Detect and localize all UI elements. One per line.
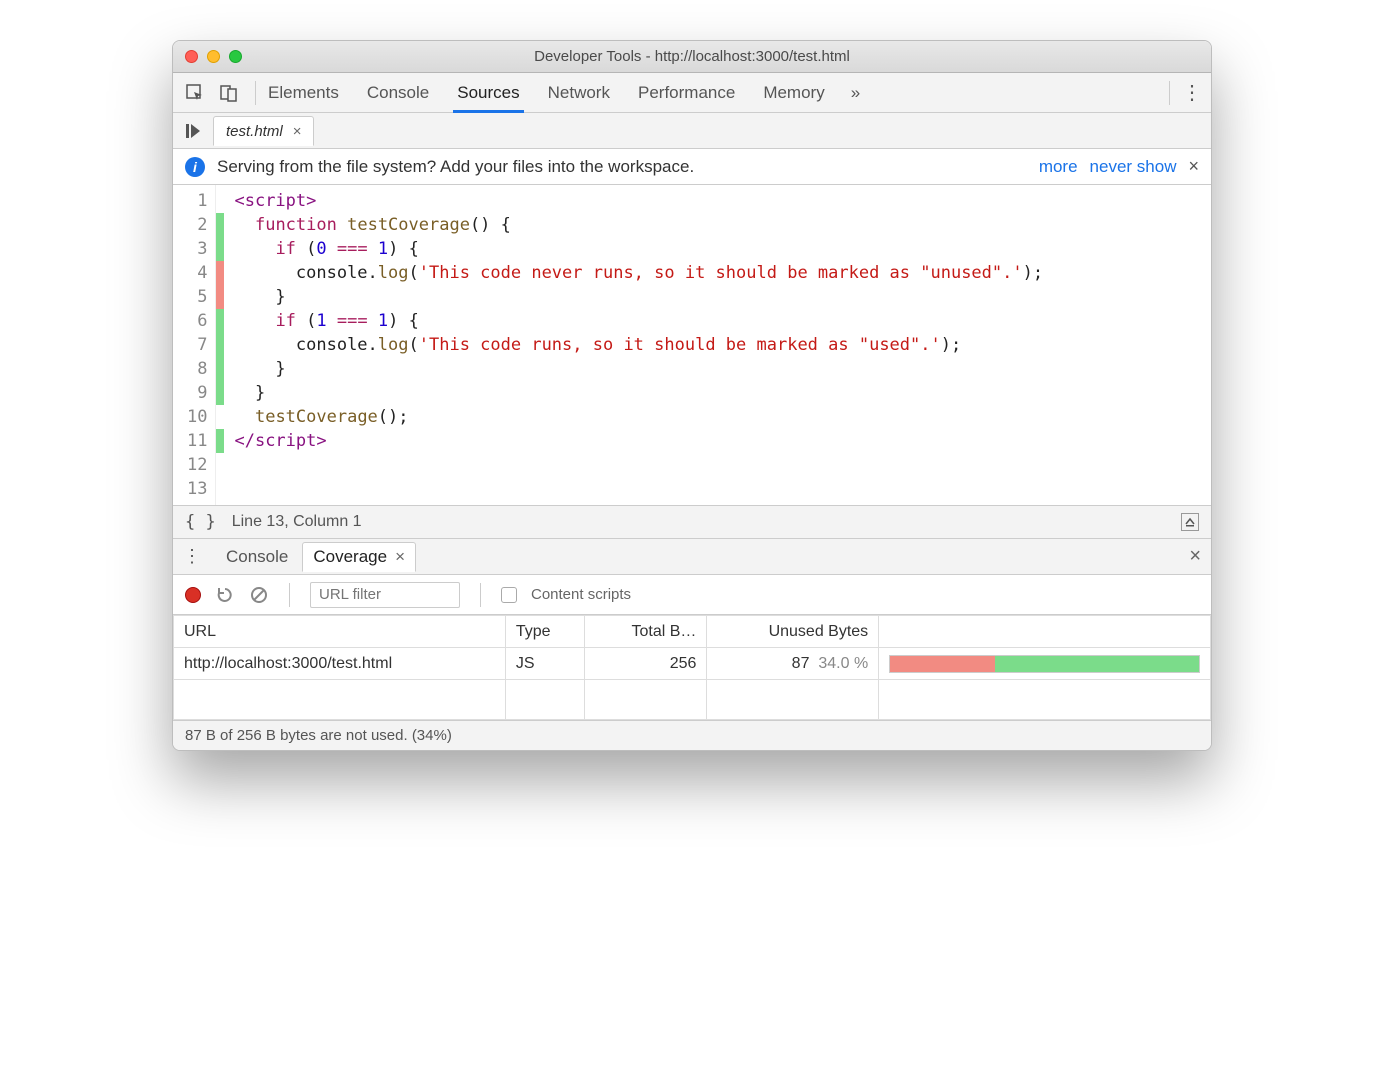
settings-menu-icon[interactable]: ⋮ bbox=[1182, 80, 1203, 105]
infobar-close-icon[interactable]: × bbox=[1188, 156, 1199, 177]
drawer-tab-coverage[interactable]: Coverage× bbox=[302, 542, 416, 572]
main-tabs: Elements Console Sources Network Performance… bbox=[268, 73, 825, 112]
file-tab[interactable]: test.html × bbox=[213, 116, 314, 146]
line-number-gutter: 12345678910111213 bbox=[173, 185, 216, 505]
separator bbox=[289, 583, 290, 607]
tab-network[interactable]: Network bbox=[548, 73, 610, 112]
window-title: Developer Tools - http://localhost:3000/… bbox=[173, 48, 1211, 65]
devtools-window: Developer Tools - http://localhost:3000/… bbox=[172, 40, 1212, 751]
reload-icon[interactable] bbox=[215, 585, 235, 605]
code-editor[interactable]: 12345678910111213 <script> function test… bbox=[173, 185, 1211, 505]
tab-performance[interactable]: Performance bbox=[638, 73, 735, 112]
infobar-message: Serving from the file system? Add your f… bbox=[217, 157, 694, 177]
cell-type: JS bbox=[505, 648, 584, 680]
coverage-gutter bbox=[216, 185, 224, 505]
window-zoom-button[interactable] bbox=[229, 50, 242, 63]
cell-total: 256 bbox=[585, 648, 707, 680]
coverage-toolbar: Content scripts bbox=[173, 575, 1211, 615]
info-icon: i bbox=[185, 157, 205, 177]
url-filter-input[interactable] bbox=[310, 582, 460, 608]
workspace-infobar: i Serving from the file system? Add your… bbox=[173, 149, 1211, 185]
table-header[interactable]: Total B… bbox=[585, 616, 707, 648]
show-navigator-icon[interactable] bbox=[1181, 513, 1199, 531]
cell-url: http://localhost:3000/test.html bbox=[174, 648, 506, 680]
table-row[interactable]: http://localhost:3000/test.htmlJS25687 3… bbox=[174, 648, 1211, 680]
infobar-never-show-link[interactable]: never show bbox=[1090, 157, 1177, 177]
table-header[interactable] bbox=[879, 616, 1211, 648]
content-scripts-checkbox[interactable] bbox=[501, 587, 517, 603]
coverage-table: URLTypeTotal B…Unused Bytes http://local… bbox=[173, 615, 1211, 720]
separator bbox=[480, 583, 481, 607]
window-close-button[interactable] bbox=[185, 50, 198, 63]
cell-bar bbox=[879, 648, 1211, 680]
window-minimize-button[interactable] bbox=[207, 50, 220, 63]
close-file-icon[interactable]: × bbox=[293, 123, 302, 140]
coverage-summary: 87 B of 256 B bytes are not used. (34%) bbox=[185, 727, 452, 744]
main-toolbar: Elements Console Sources Network Performance… bbox=[173, 73, 1211, 113]
code-body[interactable]: <script> function testCoverage() { if (0… bbox=[224, 185, 1053, 505]
cell-unused: 87 34.0 % bbox=[707, 648, 879, 680]
device-toolbar-icon[interactable] bbox=[215, 79, 243, 107]
table-header[interactable]: Type bbox=[505, 616, 584, 648]
cursor-position: Line 13, Column 1 bbox=[232, 513, 362, 531]
window-controls bbox=[185, 50, 242, 63]
table-header[interactable]: URL bbox=[174, 616, 506, 648]
tab-elements[interactable]: Elements bbox=[268, 73, 339, 112]
separator bbox=[255, 81, 256, 105]
drawer-tab-console[interactable]: Console bbox=[216, 542, 298, 572]
tab-sources[interactable]: Sources bbox=[457, 73, 519, 112]
clear-icon[interactable] bbox=[249, 585, 269, 605]
tab-console[interactable]: Console bbox=[367, 73, 429, 112]
drawer-close-icon[interactable]: × bbox=[1189, 545, 1201, 568]
close-drawer-tab-icon[interactable]: × bbox=[395, 547, 405, 567]
infobar-more-link[interactable]: more bbox=[1039, 157, 1078, 177]
window-titlebar: Developer Tools - http://localhost:3000/… bbox=[173, 41, 1211, 73]
table-header[interactable]: Unused Bytes bbox=[707, 616, 879, 648]
table-header-row: URLTypeTotal B…Unused Bytes bbox=[174, 616, 1211, 648]
file-tab-name: test.html bbox=[226, 123, 283, 140]
record-button[interactable] bbox=[185, 587, 201, 603]
editor-statusbar: { } Line 13, Column 1 bbox=[173, 505, 1211, 539]
content-scripts-label: Content scripts bbox=[531, 586, 631, 603]
drawer-menu-icon[interactable]: ⋮ bbox=[183, 546, 202, 567]
separator bbox=[1169, 81, 1170, 105]
coverage-footer: 87 B of 256 B bytes are not used. (34%) bbox=[173, 720, 1211, 750]
inspect-element-icon[interactable] bbox=[181, 79, 209, 107]
tab-memory[interactable]: Memory bbox=[763, 73, 824, 112]
drawer-tabs-list: ConsoleCoverage× bbox=[216, 542, 416, 571]
sources-toolbar: test.html × bbox=[173, 113, 1211, 149]
debugger-resume-icon[interactable] bbox=[179, 117, 207, 145]
overflow-tabs-icon[interactable]: » bbox=[851, 83, 860, 103]
pretty-print-icon[interactable]: { } bbox=[185, 512, 216, 532]
drawer-tabs: ⋮ ConsoleCoverage× × bbox=[173, 539, 1211, 575]
